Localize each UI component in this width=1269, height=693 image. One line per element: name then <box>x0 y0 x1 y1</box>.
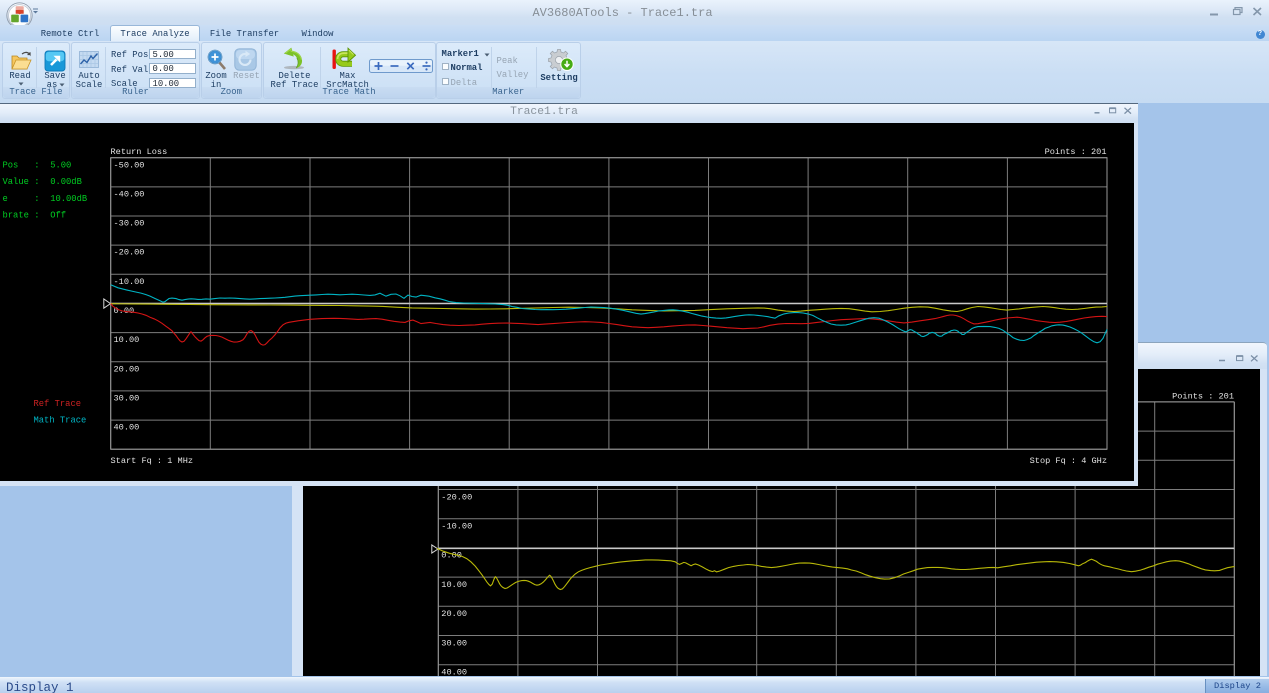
svg-text:10.00: 10.00 <box>114 335 140 345</box>
svg-text:Value: Value <box>3 177 29 187</box>
svg-text:Ref Trace: Ref Trace <box>34 398 82 408</box>
svg-text:Start Fq : 1 MHz: Start Fq : 1 MHz <box>111 455 194 465</box>
svg-text:30.00: 30.00 <box>441 639 467 649</box>
svg-text:brate: brate <box>3 210 29 220</box>
svg-text:-40.00: -40.00 <box>114 189 145 199</box>
svg-text:10.00dB: 10.00dB <box>50 194 87 204</box>
svg-text::: : <box>34 160 39 170</box>
svg-text::: : <box>34 177 39 187</box>
svg-text:-20.00: -20.00 <box>114 247 145 257</box>
svg-text:0.00dB: 0.00dB <box>50 177 82 187</box>
svg-text:-30.00: -30.00 <box>114 218 145 228</box>
svg-text:-20.00: -20.00 <box>441 493 472 503</box>
svg-text:Math Trace: Math Trace <box>34 415 87 425</box>
svg-text:Pos: Pos <box>3 160 19 170</box>
svg-text::: : <box>34 210 39 220</box>
svg-text:20.00: 20.00 <box>114 364 140 374</box>
svg-text:30.00: 30.00 <box>114 393 140 403</box>
svg-text:-10.00: -10.00 <box>441 522 472 532</box>
svg-text:5.00: 5.00 <box>50 160 71 170</box>
svg-text:Points : 201: Points : 201 <box>1172 392 1234 402</box>
svg-text:-10.00: -10.00 <box>114 277 145 287</box>
svg-text:Return Loss: Return Loss <box>111 146 168 156</box>
svg-text:40.00: 40.00 <box>114 422 140 432</box>
svg-text:Off: Off <box>50 210 66 220</box>
svg-text:Stop Fq : 4 GHz: Stop Fq : 4 GHz <box>1030 455 1107 465</box>
svg-text:-50.00: -50.00 <box>114 160 145 170</box>
svg-text:20.00: 20.00 <box>441 610 467 620</box>
svg-text:10.00: 10.00 <box>441 580 467 590</box>
svg-text:Points : 201: Points : 201 <box>1045 146 1107 156</box>
svg-text::: : <box>34 194 39 204</box>
svg-text:40.00: 40.00 <box>441 668 467 677</box>
svg-text:e: e <box>3 194 8 204</box>
